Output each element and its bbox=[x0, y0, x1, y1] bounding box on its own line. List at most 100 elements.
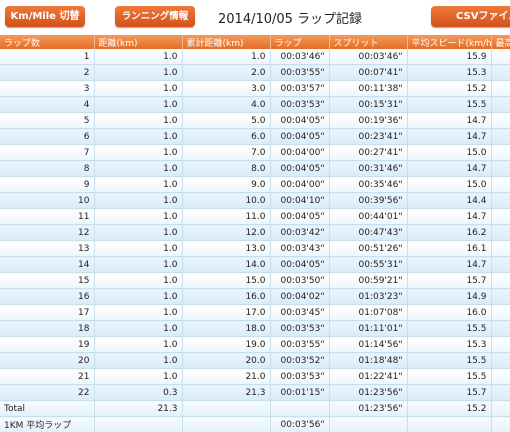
max-speed-cell bbox=[491, 160, 510, 177]
average-speed-cell: 14.7 bbox=[407, 208, 492, 225]
table-row[interactable]: 21 1.0 21.0 00:03'53" 01:22'41" 15.5 bbox=[0, 368, 510, 385]
column-header-split[interactable]: スプリット bbox=[329, 35, 408, 49]
lap-time-cell: 00:03'50" bbox=[270, 272, 330, 289]
distance-cell: 1.0 bbox=[94, 80, 183, 97]
max-speed-cell bbox=[491, 224, 510, 241]
distance-cell: 1.0 bbox=[94, 96, 183, 113]
distance-cell: 1.0 bbox=[94, 144, 183, 161]
split-cell: 00:27'41" bbox=[329, 144, 408, 161]
column-header-lap-number[interactable]: ラップ数 bbox=[0, 35, 95, 49]
cumulative-distance-cell: 13.0 bbox=[182, 240, 271, 257]
lap-number-cell: 9 bbox=[0, 176, 95, 193]
max-speed-cell bbox=[491, 192, 510, 209]
table-row[interactable]: 4 1.0 4.0 00:03'53" 00:15'31" 15.5 bbox=[0, 96, 510, 113]
km-mile-toggle-button[interactable]: Km/Mile 切替 bbox=[5, 6, 85, 27]
average-lap-row: 1KM 平均ラップ 00:03'56" bbox=[0, 416, 510, 432]
max-speed-cell bbox=[491, 96, 510, 113]
lap-number-cell: 18 bbox=[0, 320, 95, 337]
max-speed-cell bbox=[491, 272, 510, 289]
max-speed-cell bbox=[491, 80, 510, 97]
column-header-lap-time[interactable]: ラップ bbox=[270, 35, 330, 49]
table-row[interactable]: 14 1.0 14.0 00:04'05" 00:55'31" 14.7 bbox=[0, 256, 510, 273]
cumulative-distance-cell: 2.0 bbox=[182, 64, 271, 81]
cumulative-distance-cell: 21.3 bbox=[182, 384, 271, 401]
split-cell: 00:47'43" bbox=[329, 224, 408, 241]
lap-number-cell: 6 bbox=[0, 128, 95, 145]
max-speed-cell bbox=[491, 320, 510, 337]
total-max-cell bbox=[491, 400, 510, 417]
column-header-average-speed[interactable]: 平均スピード(km/h) bbox=[407, 35, 492, 49]
average-speed-cell: 15.5 bbox=[407, 368, 492, 385]
table-row[interactable]: 6 1.0 6.0 00:04'05" 00:23'41" 14.7 bbox=[0, 128, 510, 145]
csv-export-button[interactable]: CSVファイルを bbox=[431, 6, 510, 27]
table-header-row: ラップ数 距離(km) 累計距離(km) ラップ スプリット 平均スピード(km… bbox=[0, 35, 510, 49]
average-cumulative-cell bbox=[182, 416, 271, 432]
split-cell: 00:19'36" bbox=[329, 112, 408, 129]
distance-cell: 0.3 bbox=[94, 384, 183, 401]
table-row[interactable]: 19 1.0 19.0 00:03'55" 01:14'56" 15.3 bbox=[0, 336, 510, 353]
max-speed-cell bbox=[491, 208, 510, 225]
lap-time-cell: 00:04'00" bbox=[270, 144, 330, 161]
table-row[interactable]: 5 1.0 5.0 00:04'05" 00:19'36" 14.7 bbox=[0, 112, 510, 129]
max-speed-cell bbox=[491, 176, 510, 193]
table-row[interactable]: 2 1.0 2.0 00:03'55" 00:07'41" 15.3 bbox=[0, 64, 510, 81]
page-title: 2014/10/05 ラップ記録 bbox=[218, 12, 363, 27]
average-speed-cell: 16.1 bbox=[407, 240, 492, 257]
average-speed-cell: 14.4 bbox=[407, 192, 492, 209]
table-row[interactable]: 15 1.0 15.0 00:03'50" 00:59'21" 15.7 bbox=[0, 272, 510, 289]
column-header-cumulative-distance[interactable]: 累計距離(km) bbox=[182, 35, 271, 49]
cumulative-distance-cell: 6.0 bbox=[182, 128, 271, 145]
total-distance-cell: 21.3 bbox=[94, 400, 183, 417]
average-speed-cell: 15.0 bbox=[407, 176, 492, 193]
table-row[interactable]: 9 1.0 9.0 00:04'00" 00:35'46" 15.0 bbox=[0, 176, 510, 193]
max-speed-cell bbox=[491, 112, 510, 129]
average-speed-cell: 15.3 bbox=[407, 64, 492, 81]
average-speed-cell: 15.5 bbox=[407, 352, 492, 369]
table-row[interactable]: 16 1.0 16.0 00:04'02" 01:03'23" 14.9 bbox=[0, 288, 510, 305]
cumulative-distance-cell: 15.0 bbox=[182, 272, 271, 289]
lap-number-cell: 5 bbox=[0, 112, 95, 129]
average-speed-cell: 14.7 bbox=[407, 112, 492, 129]
table-row[interactable]: 20 1.0 20.0 00:03'52" 01:18'48" 15.5 bbox=[0, 352, 510, 369]
table-row[interactable]: 3 1.0 3.0 00:03'57" 00:11'38" 15.2 bbox=[0, 80, 510, 97]
cumulative-distance-cell: 11.0 bbox=[182, 208, 271, 225]
cumulative-distance-cell: 3.0 bbox=[182, 80, 271, 97]
distance-cell: 1.0 bbox=[94, 160, 183, 177]
table-row[interactable]: 10 1.0 10.0 00:04'10" 00:39'56" 14.4 bbox=[0, 192, 510, 209]
distance-cell: 1.0 bbox=[94, 192, 183, 209]
distance-cell: 1.0 bbox=[94, 240, 183, 257]
cumulative-distance-cell: 18.0 bbox=[182, 320, 271, 337]
lap-time-cell: 00:04'02" bbox=[270, 288, 330, 305]
lap-number-cell: 8 bbox=[0, 160, 95, 177]
lap-number-cell: 22 bbox=[0, 384, 95, 401]
cumulative-distance-cell: 19.0 bbox=[182, 336, 271, 353]
average-speed-cell-empty bbox=[407, 416, 492, 432]
lap-number-cell: 1 bbox=[0, 49, 95, 65]
table-row[interactable]: 18 1.0 18.0 00:03'53" 01:11'01" 15.5 bbox=[0, 320, 510, 337]
table-row[interactable]: 12 1.0 12.0 00:03'42" 00:47'43" 16.2 bbox=[0, 224, 510, 241]
lap-time-cell: 00:04'05" bbox=[270, 128, 330, 145]
split-cell: 00:31'46" bbox=[329, 160, 408, 177]
average-speed-cell: 15.7 bbox=[407, 384, 492, 401]
lap-table-container[interactable]: ラップ数 距離(km) 累計距離(km) ラップ スプリット 平均スピード(km… bbox=[0, 35, 510, 432]
table-row[interactable]: 11 1.0 11.0 00:04'05" 00:44'01" 14.7 bbox=[0, 208, 510, 225]
cumulative-distance-cell: 10.0 bbox=[182, 192, 271, 209]
table-row[interactable]: 8 1.0 8.0 00:04'05" 00:31'46" 14.7 bbox=[0, 160, 510, 177]
column-header-distance[interactable]: 距離(km) bbox=[94, 35, 183, 49]
table-row[interactable]: 17 1.0 17.0 00:03'45" 01:07'08" 16.0 bbox=[0, 304, 510, 321]
lap-number-cell: 7 bbox=[0, 144, 95, 161]
lap-time-cell: 00:04'05" bbox=[270, 208, 330, 225]
table-row[interactable]: 22 0.3 21.3 00:01'15" 01:23'56" 15.7 bbox=[0, 384, 510, 401]
lap-time-cell: 00:04'00" bbox=[270, 176, 330, 193]
lap-table: ラップ数 距離(km) 累計距離(km) ラップ スプリット 平均スピード(km… bbox=[0, 35, 510, 432]
column-header-max[interactable]: 最高 bbox=[491, 35, 510, 49]
lap-number-cell: 12 bbox=[0, 224, 95, 241]
table-row[interactable]: 13 1.0 13.0 00:03'43" 00:51'26" 16.1 bbox=[0, 240, 510, 257]
table-row[interactable]: 7 1.0 7.0 00:04'00" 00:27'41" 15.0 bbox=[0, 144, 510, 161]
lap-time-cell: 00:03'42" bbox=[270, 224, 330, 241]
average-lap-time-cell: 00:03'56" bbox=[270, 416, 330, 432]
table-row[interactable]: 1 1.0 1.0 00:03'46" 00:03'46" 15.9 bbox=[0, 49, 510, 65]
lap-time-cell: 00:03'57" bbox=[270, 80, 330, 97]
total-label: Total bbox=[0, 400, 95, 417]
running-info-button[interactable]: ランニング情報 bbox=[115, 6, 195, 27]
